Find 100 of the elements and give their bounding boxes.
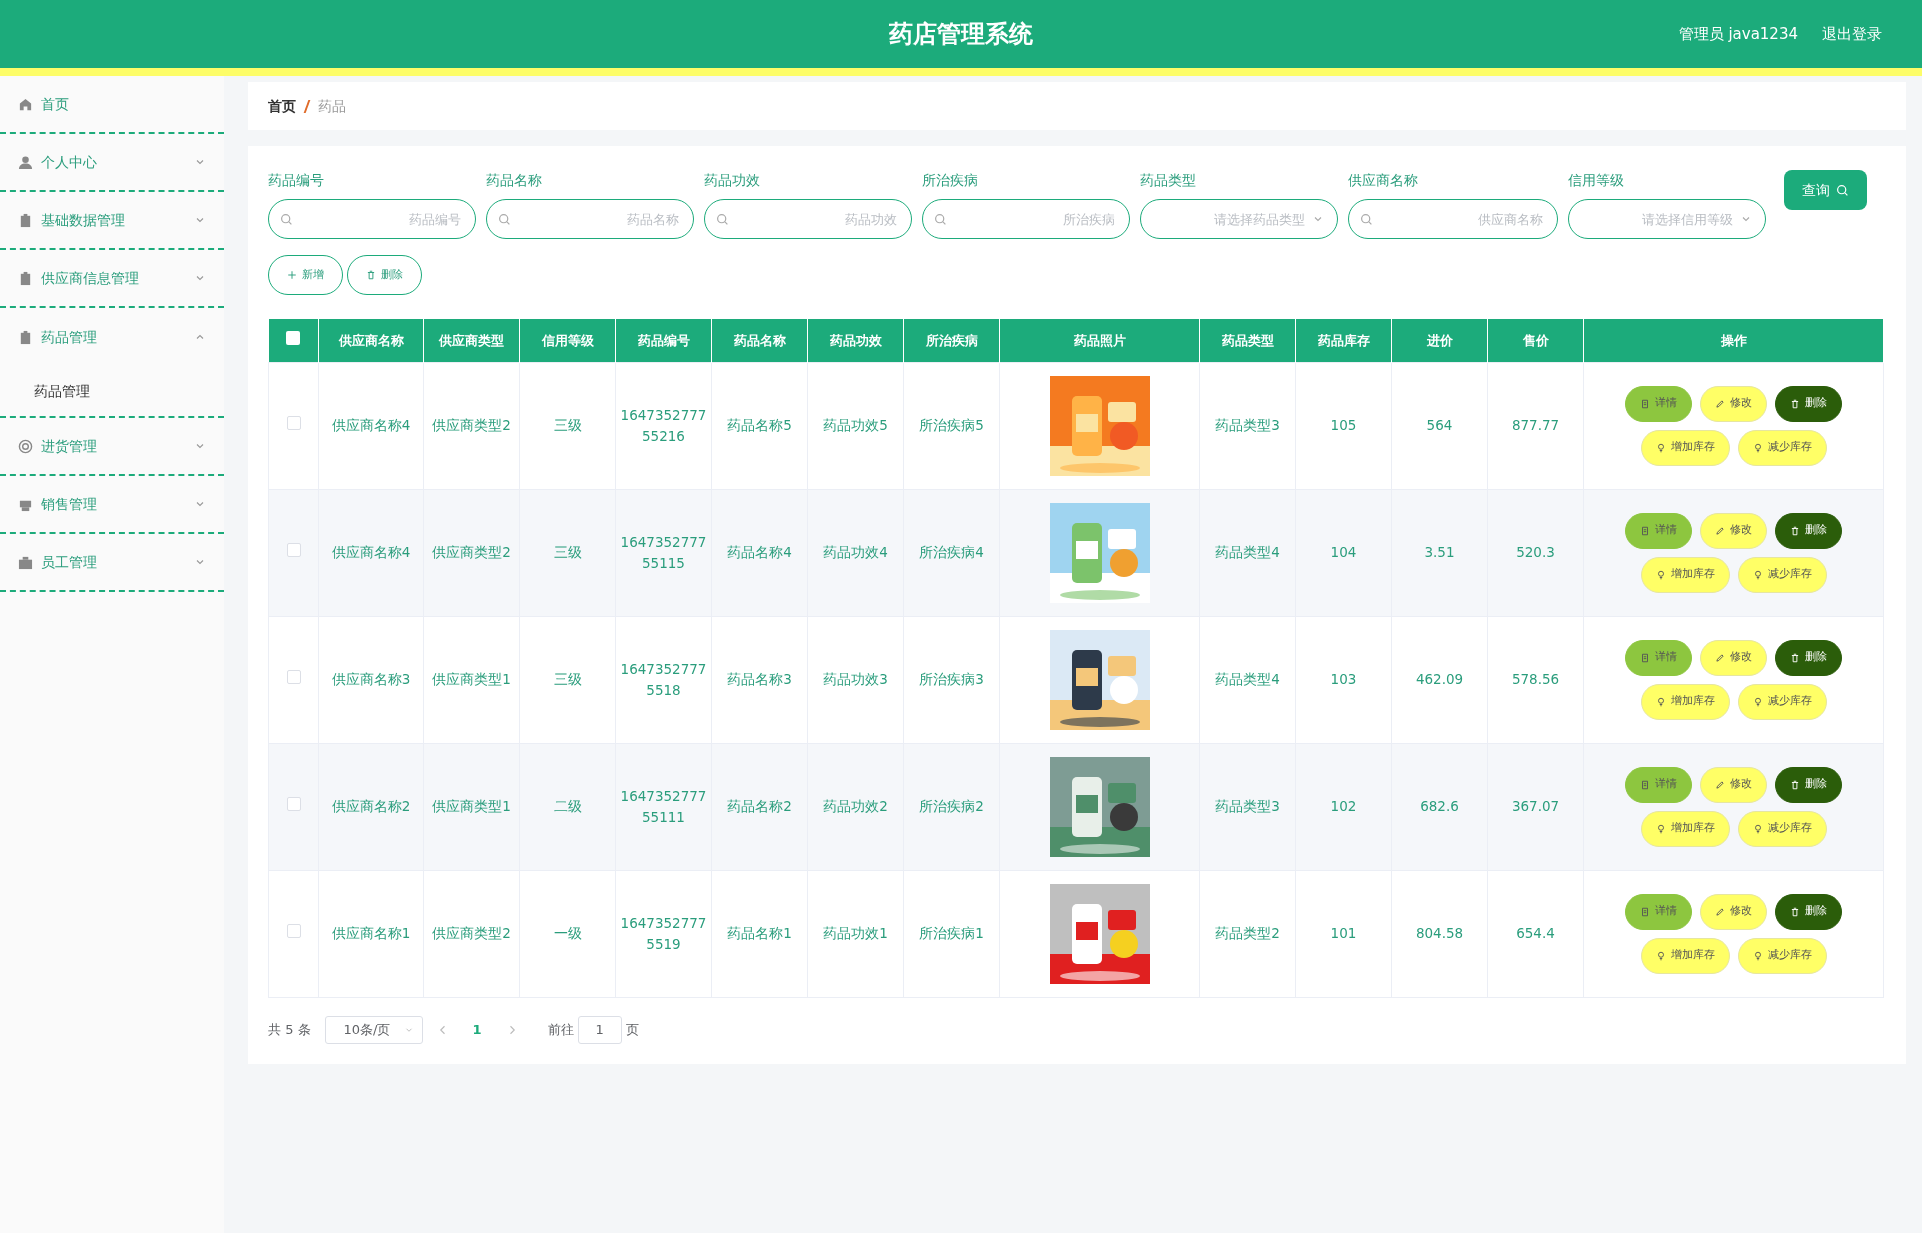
search-icon [716,213,729,226]
add-button[interactable]: 新增 [268,255,343,295]
pencil-icon [1715,525,1725,536]
reduce-stock-button[interactable]: 减少库存 [1737,556,1827,593]
column-header: 药品类型 [1221,332,1274,348]
delete-button[interactable]: 删除 [1775,893,1842,930]
table-cell: 药品类型3 [1215,417,1280,434]
table-cell: 所治疾病4 [919,544,984,561]
page-suffix: 页 [625,1020,639,1039]
table-cell: 101 [1330,925,1357,942]
delete-button[interactable]: 删除 [347,255,422,295]
breadcrumb-separator [303,99,311,113]
plus-icon [287,270,297,280]
search-field[interactable]: 药品名称 [486,199,694,239]
detail-button[interactable]: 详情 [1625,639,1692,676]
search-field[interactable]: 所治疾病 [922,199,1130,239]
briefcase-icon [18,554,33,570]
document-icon [1640,525,1650,536]
page-input[interactable]: 1 [577,1015,622,1044]
select-field[interactable]: 请选择信用等级 [1568,199,1766,239]
filter-label: 供应商名称 [1348,171,1419,190]
column-header: 药品照片 [1073,332,1126,348]
page-size-select[interactable]: 10条/页 [324,1015,423,1044]
trash-icon [1790,652,1800,663]
column-header: 药品名称 [733,332,786,348]
pencil-icon [1715,779,1725,790]
table-cell: 三级 [553,671,582,688]
delete-button[interactable]: 删除 [1775,385,1842,422]
checkbox[interactable] [286,543,301,558]
table-cell: 药品名称3 [727,671,792,688]
checkbox[interactable] [286,670,301,685]
search-field[interactable]: 供应商名称 [1348,199,1558,239]
clipboard-icon [18,212,33,228]
filter-label: 药品名称 [486,171,543,190]
detail-button[interactable]: 详情 [1625,766,1692,803]
table-cell: 供应商类型1 [432,671,511,688]
table-cell: 520.3 [1516,544,1555,561]
delete-button[interactable]: 删除 [1775,639,1842,676]
table-cell: 三级 [553,417,582,434]
app-title: 药店管理系统 [889,19,1033,50]
edit-button[interactable]: 修改 [1700,512,1767,549]
add-stock-button[interactable]: 增加库存 [1640,556,1730,593]
breadcrumb-item[interactable]: 首页 [268,95,296,117]
table-cell: 药品类型4 [1215,671,1280,688]
table-cell: 供应商类型2 [432,544,511,561]
checkbox[interactable] [286,330,301,345]
table-cell: 药品名称4 [727,544,792,561]
column-header: 进价 [1426,332,1453,348]
table-cell: 所治疾病3 [919,671,984,688]
table-cell: 104 [1330,544,1357,561]
add-stock-button[interactable]: 增加库存 [1640,810,1730,847]
home-icon [18,96,33,112]
reduce-stock-button[interactable]: 减少库存 [1737,937,1827,974]
table-cell: 药品名称1 [727,925,792,942]
document-icon [1640,398,1650,409]
bulb-icon [1655,950,1666,961]
add-stock-button[interactable]: 增加库存 [1640,429,1730,466]
search-icon [498,213,511,226]
table-cell: 供应商名称4 [331,544,411,561]
detail-button[interactable]: 详情 [1625,385,1692,422]
reduce-stock-button[interactable]: 减少库存 [1737,429,1827,466]
checkbox[interactable] [286,797,301,812]
detail-button[interactable]: 详情 [1625,893,1692,930]
delete-button[interactable]: 删除 [1775,766,1842,803]
pencil-icon [1715,398,1725,409]
table-cell: 药品类型2 [1215,925,1280,942]
detail-button[interactable]: 详情 [1625,512,1692,549]
bulb-icon [1655,696,1666,707]
checkbox[interactable] [286,924,301,939]
edit-button[interactable]: 修改 [1700,893,1767,930]
person-icon [18,154,33,170]
search-icon [1360,213,1373,226]
sidebar-subitem[interactable]: 药品管理 [0,366,224,416]
add-stock-button[interactable]: 增加库存 [1640,683,1730,720]
reduce-stock-button[interactable]: 减少库存 [1737,683,1827,720]
column-header: 药品库存 [1317,332,1370,348]
table-cell: 3.51 [1424,544,1455,561]
filter-label: 药品编号 [268,171,325,190]
table-cell: 供应商名称2 [331,798,411,815]
add-stock-button[interactable]: 增加库存 [1640,937,1730,974]
delete-button[interactable]: 删除 [1775,512,1842,549]
table-cell: 药品类型4 [1215,544,1280,561]
pencil-icon [1715,652,1725,663]
checkbox[interactable] [286,416,301,431]
document-icon [1640,906,1650,917]
column-header: 售价 [1522,332,1549,348]
edit-button[interactable]: 修改 [1700,385,1767,422]
edit-button[interactable]: 修改 [1700,766,1767,803]
bulb-icon [1752,442,1763,453]
table-cell: 药品名称2 [727,798,792,815]
reduce-stock-button[interactable]: 减少库存 [1737,810,1827,847]
select-field[interactable]: 请选择药品类型 [1140,199,1338,239]
search-field[interactable]: 药品编号 [268,199,476,239]
bulb-icon [1655,823,1666,834]
search-field[interactable]: 药品功效 [704,199,912,239]
table-cell: 所治疾病1 [919,925,984,942]
trash-icon [1790,779,1800,790]
table-cell: 462.09 [1415,671,1464,688]
edit-button[interactable]: 修改 [1700,639,1767,676]
table-cell: 药品功效3 [823,671,888,688]
